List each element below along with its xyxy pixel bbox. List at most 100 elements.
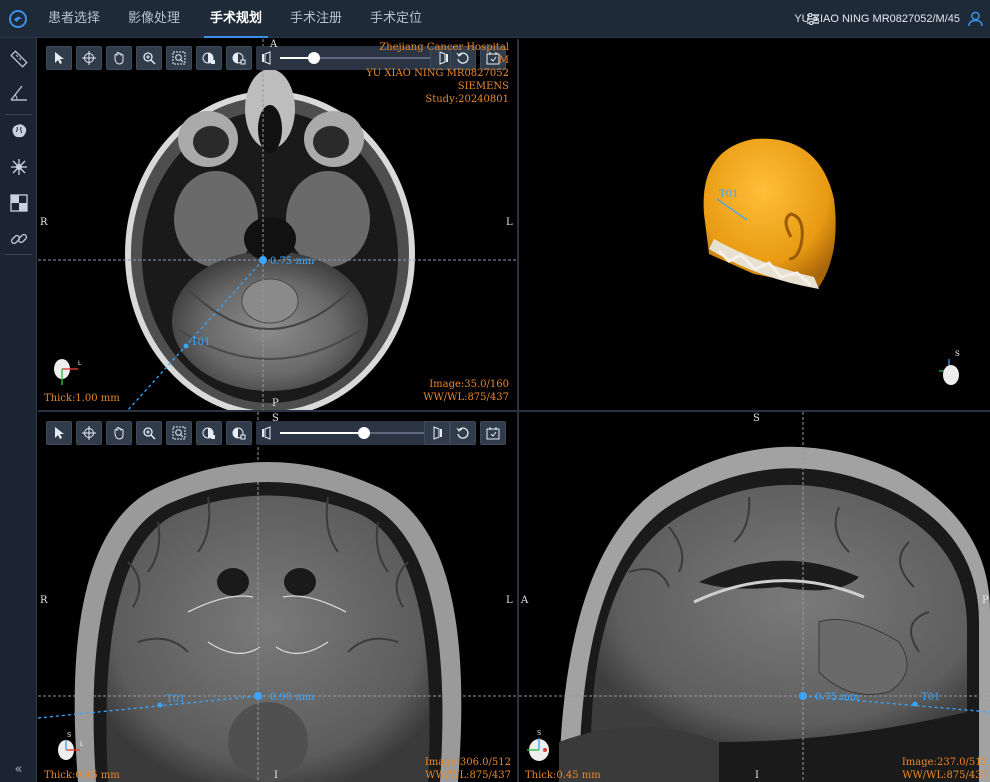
- thickness-overlay: Thick:0.45 mm: [525, 770, 601, 781]
- 3d-orient-marker: S: [955, 350, 960, 358]
- reset-view-button[interactable]: [450, 421, 476, 445]
- orient-bottom: P: [272, 398, 279, 409]
- fit-zoom-button[interactable]: [166, 46, 192, 70]
- hand-icon: [114, 427, 124, 440]
- 3d-head-rendering[interactable]: [519, 39, 990, 410]
- hospital-line2: M: [498, 55, 509, 66]
- trajectory-label[interactable]: T01: [166, 694, 185, 705]
- svg-text:L: L: [78, 360, 82, 367]
- zoom-tool-button[interactable]: [136, 46, 162, 70]
- crosshair-tool-button[interactable]: [76, 46, 102, 70]
- head-orientation-icon: S L: [58, 732, 84, 760]
- sagittal-mri-image[interactable]: [519, 412, 990, 782]
- 3d-trajectory-label[interactable]: T01: [719, 189, 738, 200]
- image-index-overlay: Image:35.0/160: [429, 379, 509, 390]
- select-tool-button[interactable]: [46, 421, 72, 445]
- checker-icon: [9, 193, 28, 212]
- hospital-name: Zhejiang Cancer Hospital: [379, 42, 509, 53]
- pan-tool-button[interactable]: [106, 46, 132, 70]
- orient-top: A: [270, 39, 278, 50]
- zoom-tool-button[interactable]: [136, 421, 162, 445]
- sagittal-viewport[interactable]: S I A P 0.75 mm T01 Image:237.0/512 WW/W…: [519, 412, 990, 782]
- contrast-icon: [202, 427, 215, 439]
- orient-bottom: I: [755, 770, 759, 781]
- trajectory-label[interactable]: T01: [921, 692, 940, 703]
- window-level-overlay: WW/WL:875/437: [425, 770, 511, 781]
- orient-top: S: [272, 413, 279, 424]
- zoom-fit-icon: [172, 426, 186, 440]
- orient-bottom: I: [274, 770, 278, 781]
- window-level-button[interactable]: [226, 46, 252, 70]
- pan-tool-button[interactable]: [106, 421, 132, 445]
- tab-image-processing[interactable]: 影像处理: [118, 0, 190, 38]
- orient-right: L: [506, 595, 513, 606]
- spider-tool-icon: [10, 158, 27, 175]
- window-level-overlay: WW/WL:875/437: [423, 392, 509, 403]
- checker-tool-button[interactable]: [6, 190, 31, 215]
- orient-right: P: [982, 595, 989, 606]
- crosshair-icon: [82, 51, 96, 65]
- tab-surgical-planning[interactable]: 手术规划: [198, 0, 274, 38]
- coronal-mri-image[interactable]: [38, 412, 517, 782]
- volume-high-icon: [433, 426, 442, 440]
- image-index-overlay: Image:237.0/512: [901, 757, 988, 768]
- contrast-tool-button[interactable]: [196, 46, 222, 70]
- head-orientation-icon: S: [527, 730, 549, 761]
- brain-segment-button[interactable]: [6, 118, 31, 143]
- tab-surgical-registration[interactable]: 手术注册: [281, 0, 351, 38]
- tab-patient-select[interactable]: 患者选择: [40, 0, 108, 38]
- coronal-viewport[interactable]: S I R L 0.90 mm T01 Image:306.0/512 WW/W…: [38, 412, 517, 782]
- link-tool-button[interactable]: [6, 226, 31, 251]
- slice-slider-knob[interactable]: [358, 427, 370, 439]
- snapshot-button[interactable]: [480, 421, 506, 445]
- top-bar: 患者选择 影像处理 手术规划 手术注册 手术定位 YU XIAO NING MR…: [0, 0, 990, 38]
- angle-icon: [9, 85, 27, 101]
- image-index-overlay: Image:306.0/512: [424, 757, 511, 768]
- volume-3d-viewport[interactable]: T01 S: [519, 39, 990, 410]
- study-overlay: Study:20240801: [425, 94, 509, 105]
- head-orientation-icon: L: [54, 359, 82, 385]
- window-level-icon: [232, 52, 246, 65]
- hand-icon: [114, 52, 124, 65]
- window-level-overlay: WW/WL:875/437: [902, 770, 988, 781]
- volume-low-icon: [262, 426, 271, 440]
- sidebar-divider: [5, 114, 32, 115]
- zoom-icon: [143, 52, 156, 65]
- thickness-overlay: Thick:0.45 mm: [44, 770, 120, 781]
- vessel-tool-button[interactable]: [6, 154, 31, 179]
- fit-zoom-button[interactable]: [166, 421, 192, 445]
- crosshair-tool-button[interactable]: [76, 421, 102, 445]
- ruler-icon: [9, 49, 28, 68]
- distance-measurement[interactable]: 0.75 mm: [270, 256, 314, 267]
- window-level-button[interactable]: [226, 421, 252, 445]
- ruler-tool-button[interactable]: [6, 46, 31, 71]
- trajectory-label[interactable]: T01: [191, 337, 210, 348]
- contrast-icon: [202, 52, 215, 64]
- orient-left: R: [40, 595, 48, 606]
- orient-left: A: [521, 595, 529, 606]
- cursor-arrow-icon: [55, 52, 64, 64]
- snapshot-icon: [486, 427, 500, 440]
- link-icon: [10, 233, 27, 244]
- axial-viewport[interactable]: Zhejiang Cancer Hospital M YU XIAO NING …: [38, 39, 517, 410]
- tab-surgical-localization[interactable]: 手术定位: [361, 0, 431, 38]
- patient-label: YU XIAO NING MR0827052/M/45: [794, 13, 960, 25]
- cursor-arrow-icon: [55, 427, 64, 439]
- window-level-icon: [232, 427, 246, 440]
- svg-text:S: S: [67, 732, 71, 739]
- distance-measurement[interactable]: 0.75 mm: [815, 692, 859, 703]
- left-tool-sidebar: «: [0, 38, 37, 782]
- angle-tool-button[interactable]: [6, 80, 31, 105]
- distance-measurement[interactable]: 0.90 mm: [270, 692, 314, 703]
- reset-icon: [456, 427, 469, 439]
- user-icon[interactable]: [968, 11, 983, 27]
- contrast-tool-button[interactable]: [196, 421, 222, 445]
- 3d-orientation-cube-icon: S: [939, 350, 960, 385]
- sidebar-divider: [5, 254, 32, 255]
- svg-text:L: L: [80, 741, 84, 748]
- collapse-sidebar-button[interactable]: «: [0, 760, 37, 782]
- zoom-icon: [143, 427, 156, 440]
- crosshair-icon: [82, 426, 96, 440]
- select-tool-button[interactable]: [46, 46, 72, 70]
- slice-end-button[interactable]: [424, 421, 450, 445]
